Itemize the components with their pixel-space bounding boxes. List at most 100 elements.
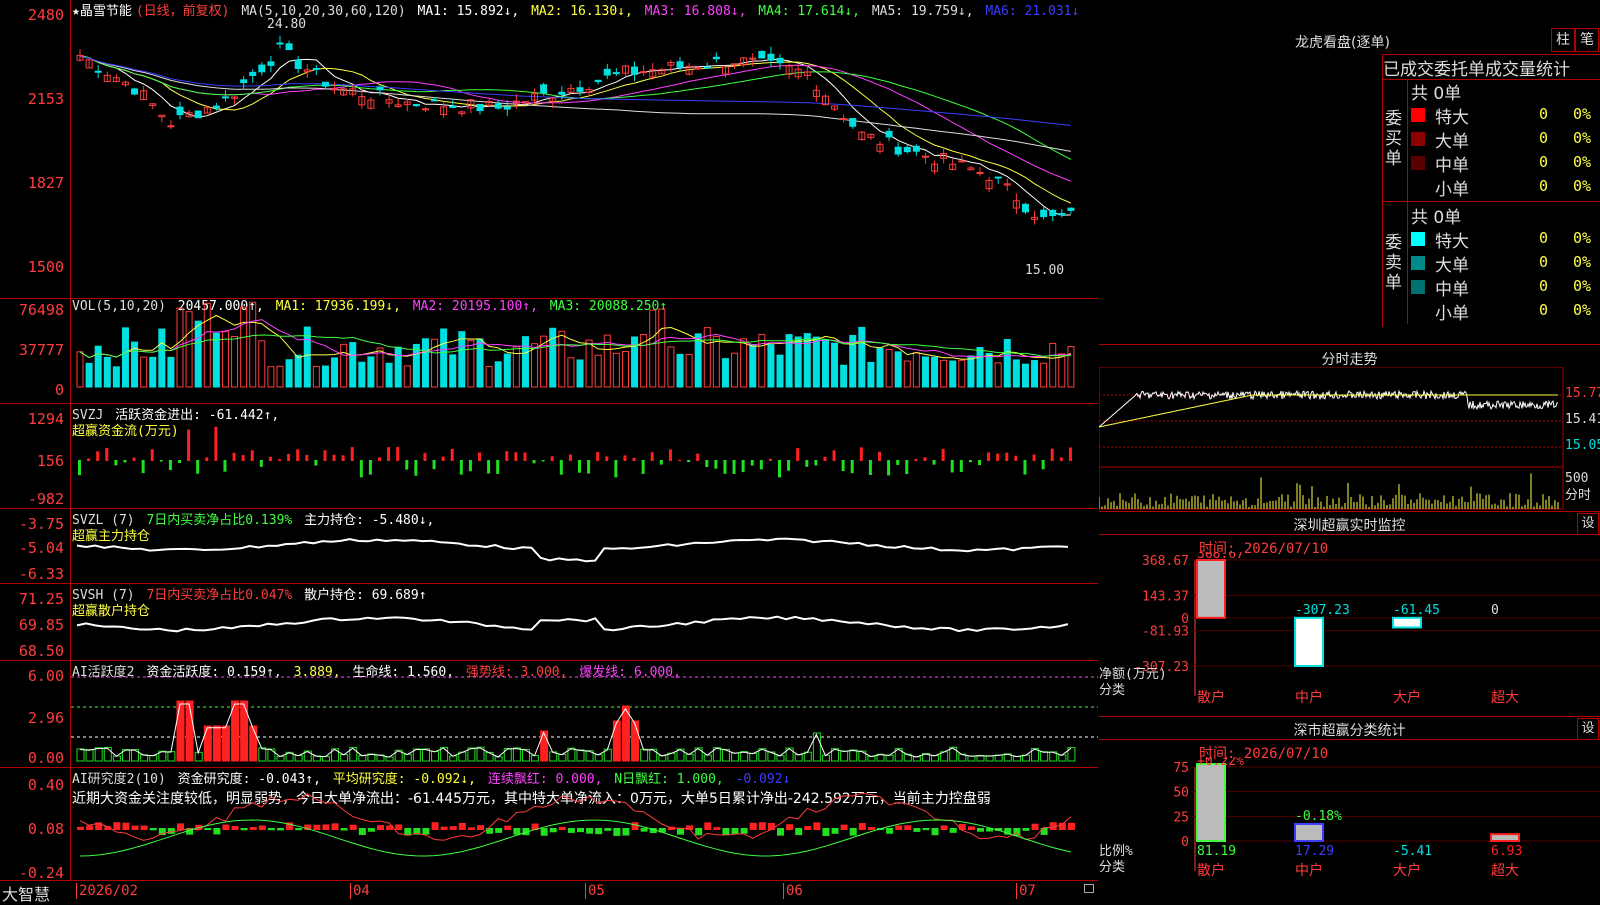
bar-value-label: -61.45 <box>1393 603 1440 618</box>
flow-bar <box>378 457 381 461</box>
research-bar <box>567 828 575 833</box>
svzl-panel[interactable]: -3.75 -5.04 -6.33 SVZL (7) 7日内买卖净占比0.139… <box>0 509 1098 584</box>
candle-body <box>958 160 966 163</box>
flow-bar <box>641 460 645 474</box>
buy-row-pct: 0% <box>1573 129 1592 147</box>
intraday-chart[interactable]: 15.77 15.41 15.05 500 分时 <box>1099 367 1600 511</box>
y-label: 2153 <box>27 90 64 108</box>
category-label: 中户 <box>1295 689 1323 706</box>
volume-bar <box>221 331 229 388</box>
activity-bar <box>494 756 503 762</box>
y-label: 0.40 <box>27 776 64 794</box>
volume-bar <box>821 339 829 388</box>
flow-bar <box>1050 448 1054 461</box>
kline-y-axis: 2480 2153 1827 1500 <box>0 0 71 298</box>
research-bar <box>422 828 430 835</box>
volume-bar <box>867 361 875 388</box>
research-bar <box>786 824 794 830</box>
y-label: 156 <box>36 452 64 470</box>
activity-bar <box>631 720 640 762</box>
research-bar <box>677 828 684 835</box>
volume-panel[interactable]: 76498 37777 0 VOL(5,10,20) 20457.000↑, M… <box>0 299 1098 404</box>
buy-row-count: 0 <box>1539 177 1549 195</box>
flow-bar <box>550 456 554 461</box>
svzl-chart[interactable] <box>71 509 1098 583</box>
flow-bar <box>568 454 572 461</box>
volume-bar <box>794 336 802 388</box>
candle-body <box>994 176 1002 179</box>
sz-monitor-chart[interactable]: 368.67143.370-81.93-307.23368.67散户-307.2… <box>1099 552 1600 716</box>
kline-chart[interactable]: 24.80 15.00 <box>71 0 1098 298</box>
flow-bar <box>559 460 563 475</box>
svsh-panel[interactable]: 71.25 69.85 68.50 SVSH (7) 7日内买卖净占比0.047… <box>0 584 1098 661</box>
research-bar <box>1031 823 1039 830</box>
ma-line <box>79 55 1072 182</box>
flow-bar <box>987 452 991 461</box>
activity-bar <box>858 750 867 762</box>
lock-icon[interactable] <box>1084 884 1094 893</box>
sz-monitor-settings-button[interactable]: 设 <box>1577 513 1599 535</box>
candle-body <box>194 110 202 119</box>
sz-stats-axis-title: 比例% <box>1099 844 1133 859</box>
volume-bar <box>376 347 384 388</box>
flow-bar <box>168 460 172 471</box>
tick-mode-button[interactable]: 笔 <box>1575 28 1599 52</box>
research-bar <box>440 826 448 830</box>
volume-bar <box>85 362 93 388</box>
date-label: 2026/02 <box>76 883 138 899</box>
flow-bar <box>878 451 881 461</box>
volume-bar <box>485 365 493 388</box>
volume-bar <box>949 360 957 388</box>
ai-research-chart[interactable] <box>71 768 1098 880</box>
volume-bar <box>1003 339 1011 388</box>
ma-line <box>79 55 1071 216</box>
y-label: -5.04 <box>18 539 64 557</box>
sz-stats-panel[interactable]: 深市超赢分类统计 设 时间: 2026/07/10 75 50 25 0 81.19 散户… <box>1099 717 1600 900</box>
sz-monitor-panel[interactable]: 深圳超赢实时监控 设 时间: 2026/07/10 368.67 143.37 0-… <box>1099 512 1600 717</box>
intraday-panel[interactable]: 分时走势 15.77 15.41 15.05 500 分时 <box>1099 345 1600 512</box>
buy-row-label: 特大 <box>1435 108 1469 128</box>
volume-bar <box>1040 362 1048 388</box>
candle-body <box>221 96 229 99</box>
volume-bar <box>685 353 693 388</box>
ai-active-chart[interactable] <box>71 661 1098 767</box>
research-bar <box>495 828 503 833</box>
buy-row-count: 0 <box>1539 129 1549 147</box>
svzj-chart[interactable] <box>71 404 1098 508</box>
sz-stats-settings-button[interactable]: 设 <box>1577 718 1599 740</box>
candle-body <box>885 130 893 138</box>
lhb-tabs[interactable]: 已成交委托单成交量统计 <box>1382 54 1600 80</box>
research-bar <box>1067 822 1075 830</box>
volume-bar <box>440 328 448 388</box>
sz-monitor-title: 深圳超赢实时监控 <box>1293 518 1406 534</box>
sz-stats-chart[interactable]: 75 50 25 0 81.19 散户 17.29 中户 -5.41 大户 6.93 超大 +0.22%… <box>1099 757 1600 900</box>
category-label: 散户 <box>1197 862 1225 879</box>
sell-row-pct: 0% <box>1573 229 1592 247</box>
research-bar <box>713 827 721 830</box>
research-bar <box>358 828 366 835</box>
activity-bar <box>167 751 176 762</box>
volume-bar <box>840 364 848 388</box>
flow-bar <box>887 460 891 476</box>
kline-panel[interactable]: 2480 2153 1827 1500 ★晶雪节能 (日线，前复权) MA(5,1… <box>0 0 1098 299</box>
candle-body <box>612 72 620 75</box>
ai-active-panel[interactable]: 6.00 2.96 0.00 AI活跃度2 资金活跃度: 0.159↑, 3.8… <box>0 661 1098 768</box>
ai-research-panel[interactable]: 0.40 0.08 -0.24 AI研究度2(10) 资金研究度: -0.043… <box>0 768 1098 882</box>
brand-logo[interactable]: 大智慧 <box>2 881 50 905</box>
volume-bar <box>167 356 175 388</box>
research-bar <box>595 828 603 835</box>
sell-row-label: 大单 <box>1435 256 1469 276</box>
volume-bar <box>312 365 320 388</box>
volume-bar <box>667 346 675 388</box>
bar-mode-button[interactable]: 柱 <box>1551 28 1575 52</box>
svzj-panel[interactable]: 1294 156 -982 SVZJ 活跃资金进出: -61.442↑, 超赢资… <box>0 404 1098 509</box>
research-bar <box>558 826 566 830</box>
volume-chart[interactable] <box>71 299 1098 403</box>
volume-bar <box>258 340 266 388</box>
flow-bar <box>1023 460 1027 475</box>
net-amount-bar <box>1196 559 1226 619</box>
flow-bar <box>468 460 472 472</box>
svsh-chart[interactable] <box>71 584 1098 660</box>
sz-monitor-axis-title: 净额(万元) <box>1099 667 1167 682</box>
research-bar <box>586 828 594 834</box>
